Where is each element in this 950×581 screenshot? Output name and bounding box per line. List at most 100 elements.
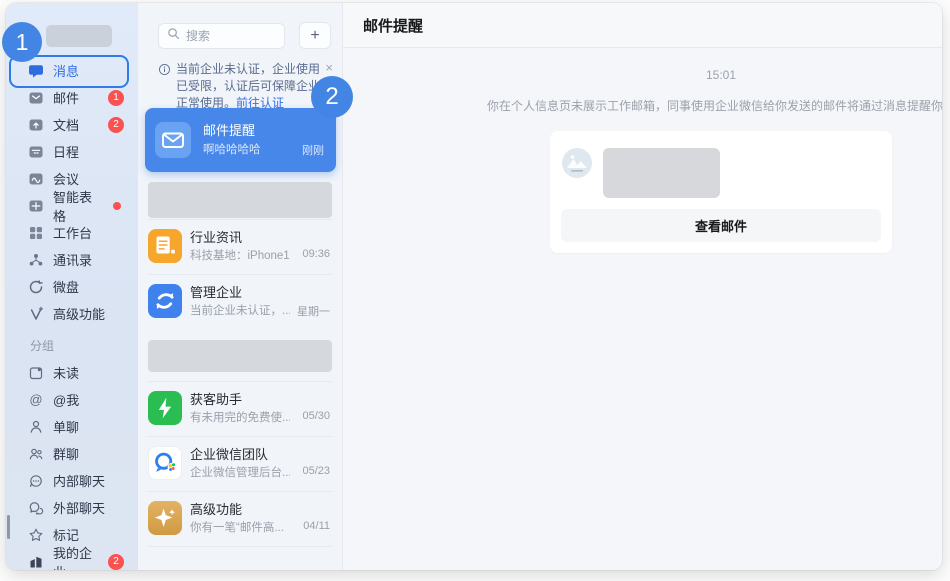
mail-icon (28, 90, 44, 106)
chat-bubble-icon (28, 63, 44, 79)
app-window: 消息 邮件 1 文档 2 日程 会议 智能表格 工作台 (6, 3, 942, 570)
conversation-name: 企业微信团队 (190, 444, 268, 463)
sidebar-item-label: 日程 (53, 142, 79, 161)
sidebar-item-docs[interactable]: 文档 2 (6, 111, 138, 138)
sidebar-item-mentions[interactable]: @ @我 (6, 386, 138, 413)
sidebar-item-external-chat[interactable]: 外部聊天 (6, 494, 138, 521)
calendar-icon (28, 144, 44, 160)
conversation-time: 09:36 (302, 248, 330, 260)
drive-icon (28, 279, 44, 295)
conversation-redacted[interactable] (148, 182, 332, 218)
conversation-time: 刚刚 (302, 142, 324, 158)
sidebar-item-single-chat[interactable]: 单聊 (6, 413, 138, 440)
internal-chat-icon (28, 473, 44, 489)
contacts-icon (28, 252, 44, 268)
sidebar-item-my-company[interactable]: 我的企业 2 (6, 548, 138, 570)
sidebar-item-drive[interactable]: 微盘 (6, 273, 138, 300)
manage-company-icon (148, 284, 182, 318)
add-button[interactable]: + (299, 22, 331, 49)
chat-message-area: 15:01 你在个人信息页未展示工作邮箱，同事使用企业微信给你发送的邮件将通过消… (343, 48, 942, 570)
sidebar-item-contacts[interactable]: 通讯录 (6, 246, 138, 273)
sidebar-item-mail[interactable]: 邮件 1 (6, 84, 138, 111)
sidebar-item-label: 会议 (53, 169, 79, 188)
sidebar-item-premium[interactable]: 高级功能 (6, 300, 138, 327)
doc-icon (28, 117, 44, 133)
conversation-mail-reminder[interactable]: 邮件提醒 啊哈哈哈哈 刚刚 (145, 108, 336, 172)
conversation-name: 获客助手 (190, 389, 242, 408)
conversation-time: 05/23 (302, 465, 330, 477)
single-chat-icon (28, 419, 44, 435)
meeting-icon (28, 171, 44, 187)
conversation-preview: 啊哈哈哈哈 (203, 141, 303, 157)
sidebar-item-label: 外部聊天 (53, 498, 105, 517)
group-section-label: 分组 (6, 327, 138, 359)
message-column: 15:01 你在个人信息页未展示工作邮箱，同事使用企业微信给你发送的邮件将通过消… (441, 68, 942, 253)
external-chat-icon (28, 500, 44, 516)
user-name-placeholder (46, 25, 112, 47)
mail-reminder-icon (155, 122, 191, 158)
search-box[interactable] (158, 23, 285, 49)
mail-notification-card: 查看邮件 (550, 131, 892, 253)
sidebar-item-label: @我 (53, 390, 79, 409)
group-chat-icon (28, 446, 44, 462)
sidebar-item-label: 消息 (53, 61, 79, 80)
sidebar-item-group-chat[interactable]: 群聊 (6, 440, 138, 467)
search-icon (167, 27, 180, 45)
tutorial-step-2-badge: 2 (311, 76, 353, 118)
sidebar-item-label: 未读 (53, 363, 79, 382)
sidebar-item-workbench[interactable]: 工作台 (6, 219, 138, 246)
sidebar-item-label: 群聊 (53, 444, 79, 463)
banner-text: 当前企业未认证，企业使用已受限，认证后可保障企业正常使用。前往认证 (176, 61, 328, 112)
conversation-time: 星期一 (297, 303, 330, 319)
unread-icon (28, 365, 44, 381)
sidebar-item-label: 邮件 (53, 88, 79, 107)
docs-badge: 2 (108, 117, 124, 133)
main-panel: 邮件提醒 15:01 你在个人信息页未展示工作邮箱，同事使用企业微信给你发送的邮… (343, 3, 942, 570)
sidebar-item-label: 高级功能 (53, 304, 105, 323)
premium-feature-icon (148, 501, 182, 535)
sidebar-item-label: 文档 (53, 115, 79, 134)
sidebar-item-label: 单聊 (53, 417, 79, 436)
sidebar-item-label: 我的企业 (53, 543, 99, 571)
my-company-badge: 2 (108, 554, 124, 570)
view-mail-button[interactable]: 查看邮件 (561, 209, 881, 242)
company-icon (28, 554, 44, 570)
mail-badge: 1 (108, 90, 124, 106)
conversation-customer-assistant[interactable]: 获客助手 有未用完的免费使... 05/30 (148, 381, 332, 436)
conversation-name: 邮件提醒 (203, 120, 255, 139)
sidebar-item-label: 通讯录 (53, 250, 92, 269)
verification-banner: 当前企业未认证，企业使用已受限，认证后可保障企业正常使用。前往认证 × (158, 61, 336, 112)
conversation-name: 高级功能 (190, 499, 242, 518)
sidebar-item-internal-chat[interactable]: 内部聊天 (6, 467, 138, 494)
sidebar-item-label: 工作台 (53, 223, 92, 242)
sidebar: 消息 邮件 1 文档 2 日程 会议 智能表格 工作台 (6, 3, 138, 570)
sidebar-item-unread[interactable]: 未读 (6, 359, 138, 386)
sidebar-item-label: 微盘 (53, 277, 79, 296)
sidebar-item-label: 标记 (53, 525, 79, 544)
mention-icon: @ (28, 392, 44, 408)
sidebar-item-smartsheet[interactable]: 智能表格 (6, 192, 138, 219)
conversation-preview: 有未用完的免费使... (190, 409, 290, 425)
conversation-manage-company[interactable]: 管理企业 当前企业未认证，... 星期一 (148, 274, 332, 329)
conversation-preview: 你有一笔“邮件高... (190, 519, 290, 535)
message-timestamp: 15:01 (441, 68, 942, 84)
banner-close-icon[interactable]: × (325, 60, 333, 75)
conversation-wecom-team[interactable]: 企业微信团队 企业微信管理后台... 05/23 (148, 436, 332, 491)
system-message: 你在个人信息页未展示工作邮箱，同事使用企业微信给你发送的邮件将通过消息提醒你。 (441, 97, 942, 113)
conversation-name: 行业资讯 (190, 227, 242, 246)
chat-header: 邮件提醒 (343, 3, 942, 48)
conversation-premium-features[interactable]: 高级功能 你有一笔“邮件高... 04/11 (148, 491, 332, 546)
chat-title: 邮件提醒 (363, 15, 423, 36)
workbench-icon (28, 225, 44, 241)
conversation-redacted[interactable] (148, 340, 332, 372)
premium-icon (28, 306, 44, 322)
conversation-preview: 科技基地：iPhone1... (190, 247, 290, 263)
search-input[interactable] (186, 29, 266, 43)
sidebar-item-schedule[interactable]: 日程 (6, 138, 138, 165)
star-icon (28, 527, 44, 543)
sidebar-scrollbar[interactable] (7, 515, 10, 539)
tutorial-step-1-badge: 1 (2, 22, 42, 62)
mail-sender-avatar (562, 148, 592, 178)
smartsheet-unread-dot (113, 202, 121, 210)
conversation-industry-news[interactable]: 行业资讯 科技基地：iPhone1... 09:36 (148, 219, 332, 274)
